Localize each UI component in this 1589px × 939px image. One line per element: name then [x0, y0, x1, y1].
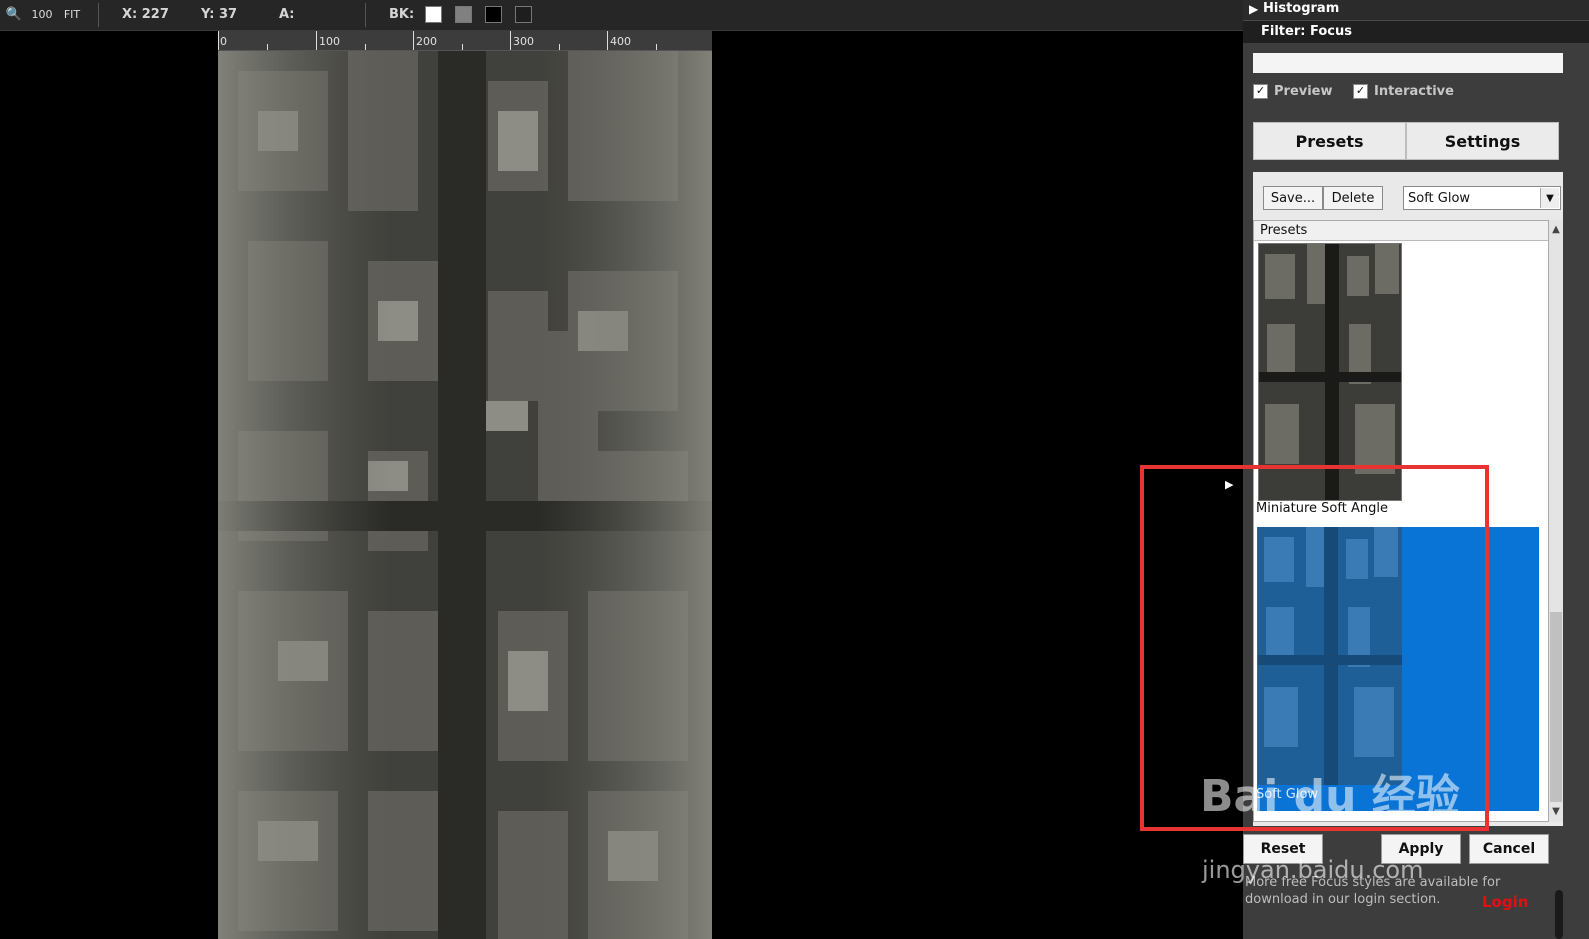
ruler-tick [365, 44, 366, 50]
preview-checkbox[interactable]: ✓ Preview [1253, 84, 1333, 99]
histogram-label: Histogram [1263, 1, 1340, 16]
magnifier-icon[interactable]: 🔍 [4, 5, 24, 23]
zoom-100-button[interactable]: 100 [30, 5, 54, 23]
watermark-brand: Bai du 经验 [1200, 771, 1460, 822]
ruler-label: 300 [513, 35, 534, 48]
ruler-tick [218, 31, 219, 50]
ruler-tick [559, 44, 560, 50]
ruler-tick [267, 44, 268, 50]
ruler-tick [656, 44, 657, 50]
login-link[interactable]: Login [1482, 893, 1528, 911]
background-label: BK: [389, 7, 415, 22]
ruler-label: 100 [319, 35, 340, 48]
top-toolbar: 🔍 100 FIT X: 227 Y: 37 A: BK: [0, 0, 1245, 31]
bk-swatch-white[interactable] [425, 6, 442, 23]
resize-grip[interactable] [1555, 890, 1563, 939]
ruler-tick [316, 31, 317, 50]
ruler-tick [462, 44, 463, 50]
histogram-header[interactable]: ▶ Histogram [1243, 0, 1589, 21]
filter-header: Filter: Focus [1243, 21, 1589, 43]
miniature-thumbnail-image [1259, 244, 1401, 500]
bk-swatch-dark[interactable] [515, 6, 532, 23]
interactive-checkbox[interactable]: ✓ Interactive [1353, 84, 1454, 99]
ruler-tick [510, 31, 511, 50]
chevron-down-icon[interactable]: ▼ [1540, 188, 1559, 208]
delete-preset-button[interactable]: Delete [1323, 186, 1383, 210]
x-coordinate: X: 227 [122, 7, 169, 22]
ruler-tick [413, 31, 414, 50]
cancel-button[interactable]: Cancel [1469, 834, 1549, 864]
triangle-right-icon: ▶ [1249, 2, 1259, 16]
ruler-tick [607, 31, 608, 50]
ruler-label: 0 [220, 35, 227, 48]
canvas-photo[interactable] [218, 51, 712, 939]
interactive-label: Interactive [1374, 84, 1454, 99]
toolbar-divider [365, 3, 366, 27]
ruler-label: 400 [610, 35, 631, 48]
horizontal-ruler: 0 100 200 300 400 [218, 31, 712, 51]
zoom-fit-button[interactable]: FIT [60, 5, 84, 23]
preset-dropdown[interactable]: Soft Glow ▼ [1403, 186, 1561, 210]
save-preset-button[interactable]: Save... [1263, 186, 1323, 210]
bk-swatch-black[interactable] [485, 6, 502, 23]
scroll-down-icon[interactable]: ▼ [1549, 804, 1563, 818]
filter-name-bar [1253, 53, 1563, 73]
tab-settings[interactable]: Settings [1406, 122, 1559, 160]
presets-scrollbar[interactable]: ▲ ▼ [1549, 220, 1563, 822]
checkmark-icon: ✓ [1253, 84, 1268, 99]
y-coordinate: Y: 37 [201, 7, 238, 22]
preview-label: Preview [1274, 84, 1333, 99]
preset-thumbnail-miniature[interactable] [1258, 243, 1402, 501]
toolbar-divider [98, 3, 99, 27]
checkmark-icon: ✓ [1353, 84, 1368, 99]
ruler-label: 200 [416, 35, 437, 48]
scroll-thumb[interactable] [1550, 612, 1562, 802]
aerial-city-photo [218, 51, 712, 939]
presets-list-header: Presets [1254, 221, 1548, 241]
alpha-readout: A: [279, 7, 295, 22]
bk-swatch-gray[interactable] [455, 6, 472, 23]
tab-presets[interactable]: Presets [1253, 122, 1406, 160]
watermark-url: jingyan.baidu.com [1202, 856, 1424, 884]
scroll-up-icon[interactable]: ▲ [1549, 222, 1563, 236]
preset-dropdown-value: Soft Glow [1408, 190, 1471, 206]
filter-title: Filter: Focus [1261, 24, 1352, 39]
